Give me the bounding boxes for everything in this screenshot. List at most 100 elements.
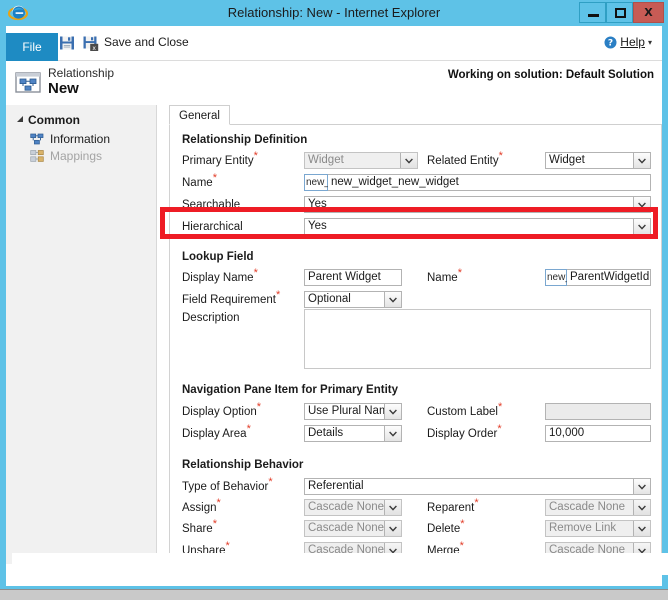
- window-title: Relationship: New - Internet Explorer: [0, 0, 668, 26]
- section-title-relationship-definition: Relationship Definition: [182, 134, 307, 146]
- relationship-name-input[interactable]: new_widget_new_widget: [328, 174, 651, 191]
- share-value: Cascade None: [308, 522, 384, 534]
- save-and-close-label[interactable]: Save and Close: [104, 35, 189, 49]
- sidebar-item-label: Mappings: [50, 149, 102, 163]
- share-select[interactable]: Cascade None: [304, 520, 402, 537]
- label-custom-label: Custom Label*: [427, 406, 502, 418]
- label-display-area: Display Area*: [182, 428, 251, 440]
- required-asterisk: *: [213, 518, 217, 530]
- required-asterisk: *: [460, 518, 464, 530]
- label-related-entity: Related Entity*: [427, 155, 503, 167]
- sidebar-item-mappings[interactable]: Mappings: [30, 149, 102, 163]
- title-bar: Relationship: New - Internet Explorer X: [0, 0, 668, 26]
- assign-value: Cascade None: [308, 501, 384, 513]
- svg-text:?: ?: [608, 38, 613, 48]
- chevron-down-icon[interactable]: [633, 521, 650, 536]
- display-order-value: 10,000: [549, 427, 584, 439]
- display-option-value: Use Plural Name: [308, 405, 395, 417]
- label-hierarchical: Hierarchical: [182, 221, 243, 233]
- save-icon[interactable]: [58, 34, 76, 52]
- chevron-down-icon[interactable]: [384, 292, 401, 307]
- display-name-value: Parent Widget: [308, 271, 381, 283]
- help-question-icon: ?: [604, 36, 617, 49]
- close-icon: X: [634, 3, 663, 22]
- chevron-down-icon[interactable]: [400, 153, 417, 168]
- display-name-input[interactable]: Parent Widget: [304, 269, 402, 286]
- lookup-name-input[interactable]: ParentWidgetId: [567, 269, 651, 286]
- section-title-relationship-behavior: Relationship Behavior: [182, 459, 303, 471]
- maximize-button[interactable]: [606, 2, 633, 23]
- reparent-value: Cascade None: [549, 501, 625, 513]
- label-delete: Delete*: [427, 523, 465, 535]
- label-lookup-name: Name*: [427, 272, 462, 284]
- tab-general[interactable]: General: [169, 105, 230, 125]
- save-and-close-icon[interactable]: x: [82, 34, 100, 52]
- related-entity-value: Widget: [549, 154, 585, 166]
- collapse-triangle-icon[interactable]: [16, 115, 24, 125]
- required-asterisk: *: [499, 150, 503, 162]
- information-relationship-icon: [30, 132, 44, 146]
- required-asterisk: *: [276, 289, 280, 301]
- custom-label-input[interactable]: [545, 403, 651, 420]
- chevron-down-icon[interactable]: [633, 153, 650, 168]
- searchable-value: Yes: [308, 198, 327, 210]
- delete-value: Remove Link: [549, 522, 616, 534]
- maximize-icon: [615, 8, 626, 18]
- type-of-behavior-select[interactable]: Referential: [304, 478, 651, 495]
- display-area-select[interactable]: Details: [304, 425, 402, 442]
- required-asterisk: *: [497, 423, 501, 435]
- mappings-icon: [30, 149, 44, 163]
- reparent-select[interactable]: Cascade None: [545, 499, 651, 516]
- lookup-name-value: ParentWidgetId: [570, 271, 649, 283]
- hierarchical-value: Yes: [308, 220, 327, 232]
- minimize-icon: [588, 14, 599, 17]
- label-searchable: Searchable: [182, 199, 240, 211]
- page-body: Relationship New Working on solution: De…: [6, 61, 662, 586]
- display-order-input[interactable]: 10,000: [545, 425, 651, 442]
- chevron-down-icon[interactable]: ▾: [648, 38, 652, 47]
- chevron-down-icon[interactable]: [633, 479, 650, 494]
- related-entity-select[interactable]: Widget: [545, 152, 651, 169]
- required-asterisk: *: [254, 150, 258, 162]
- chevron-down-icon[interactable]: [633, 500, 650, 515]
- description-textarea[interactable]: [304, 309, 651, 369]
- required-asterisk: *: [247, 423, 251, 435]
- file-menu-tab[interactable]: File: [6, 33, 58, 61]
- section-title-lookup-field: Lookup Field: [182, 251, 254, 263]
- lookup-name-prefix: new_: [545, 269, 567, 286]
- sidebar-nav: Common Information: [6, 105, 157, 564]
- solution-context-label: Working on solution: Default Solution: [448, 69, 654, 81]
- chevron-down-icon[interactable]: [384, 500, 401, 515]
- form-content-pane: General Relationship Definition Primary …: [157, 105, 662, 564]
- tab-strip: General: [169, 105, 662, 125]
- close-button[interactable]: X: [633, 2, 664, 23]
- help-label[interactable]: Help: [620, 35, 645, 49]
- footer-area: [12, 553, 668, 575]
- relationship-name-prefix: new_: [304, 174, 328, 191]
- chevron-down-icon[interactable]: [384, 521, 401, 536]
- record-header: Relationship New Working on solution: De…: [6, 61, 662, 105]
- required-asterisk: *: [257, 401, 261, 413]
- required-asterisk: *: [460, 540, 464, 552]
- chevron-down-icon[interactable]: [384, 404, 401, 419]
- chevron-down-icon[interactable]: [633, 197, 650, 212]
- assign-select[interactable]: Cascade None: [304, 499, 402, 516]
- required-asterisk: *: [268, 476, 272, 488]
- chevron-down-icon[interactable]: [633, 219, 650, 234]
- field-requirement-select[interactable]: Optional: [304, 291, 402, 308]
- sidebar-group-common[interactable]: Common: [16, 113, 80, 127]
- required-asterisk: *: [474, 497, 478, 509]
- chevron-down-icon[interactable]: [384, 426, 401, 441]
- delete-select[interactable]: Remove Link: [545, 520, 651, 537]
- sidebar-item-label: Information: [50, 132, 110, 146]
- searchable-select[interactable]: Yes: [304, 196, 651, 213]
- minimize-button[interactable]: [579, 2, 606, 23]
- primary-entity-select[interactable]: Widget: [304, 152, 418, 169]
- display-option-select[interactable]: Use Plural Name: [304, 403, 402, 420]
- label-field-requirement: Field Requirement*: [182, 294, 280, 306]
- sidebar-item-information[interactable]: Information: [30, 132, 110, 146]
- help-menu[interactable]: ? Help ▾: [604, 35, 652, 49]
- form-frame: Relationship Definition Primary Entity* …: [169, 125, 662, 559]
- field-requirement-value: Optional: [308, 293, 351, 305]
- hierarchical-select[interactable]: Yes: [304, 218, 651, 235]
